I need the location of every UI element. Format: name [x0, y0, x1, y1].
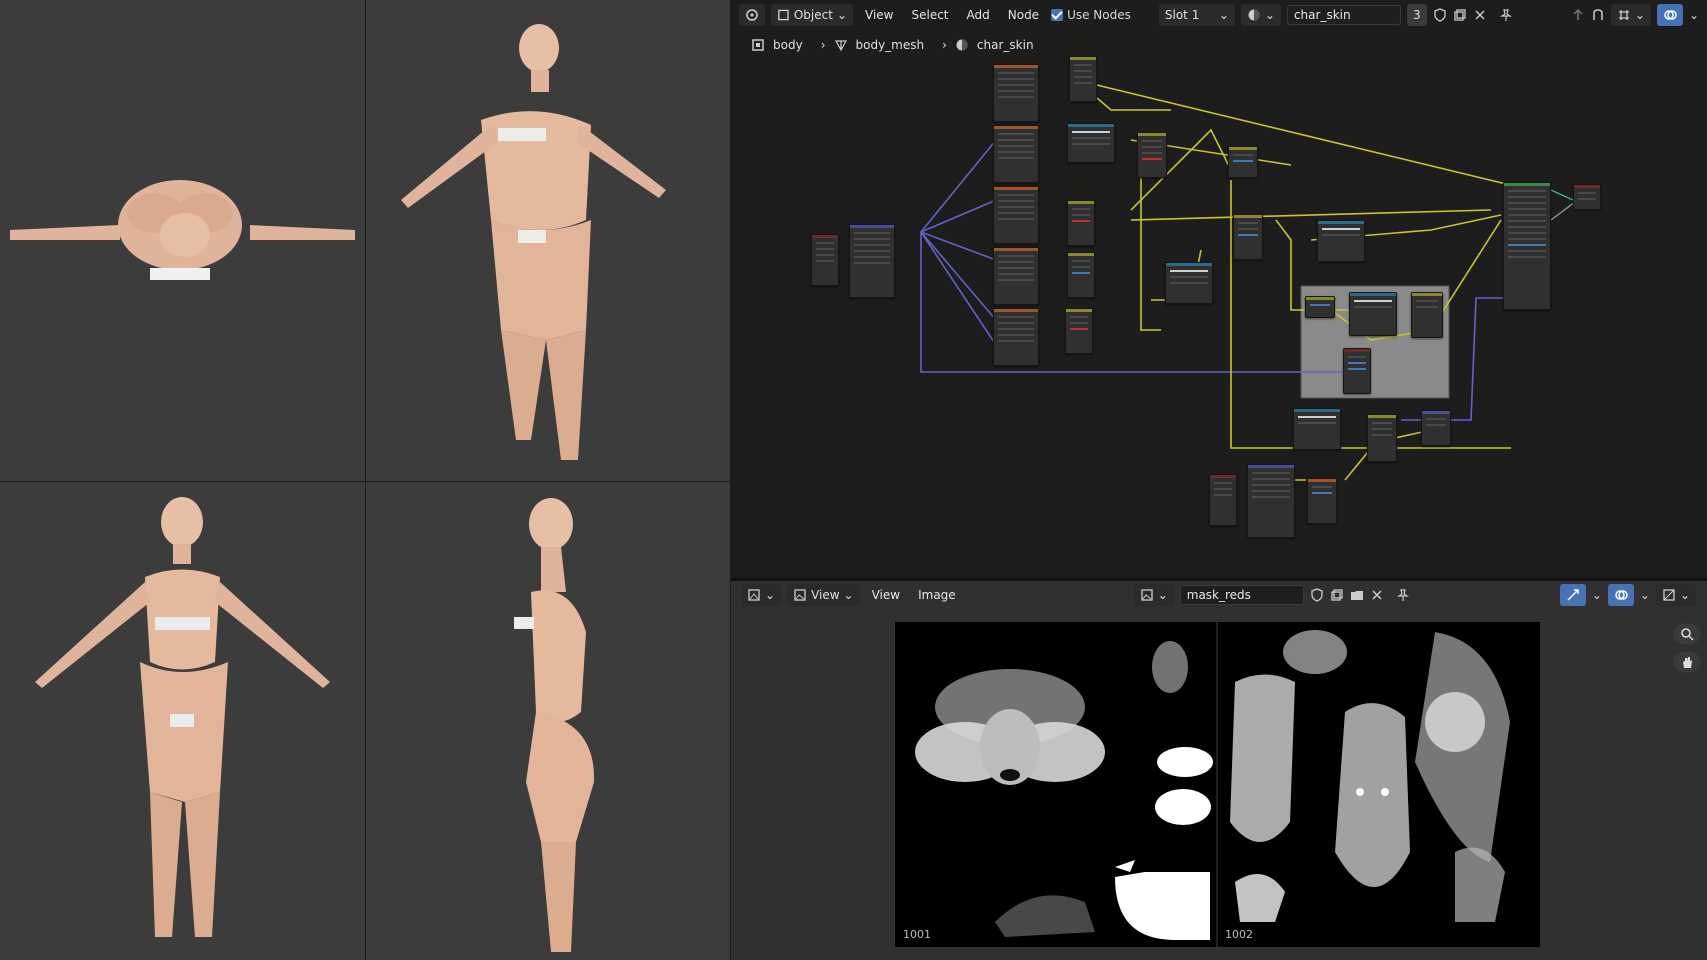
tile-label-1002: 1002: [1225, 928, 1253, 941]
zoom-icon: [1681, 628, 1694, 641]
zoom-button[interactable]: [1673, 623, 1701, 645]
node-mix-8[interactable]: [1367, 414, 1397, 462]
node-noise[interactable]: [1307, 478, 1337, 524]
node-image-texture-3[interactable]: [993, 186, 1039, 244]
display-channels-dropdown[interactable]: ⌄: [1655, 584, 1696, 606]
node-texcoord[interactable]: [811, 234, 839, 286]
node-mapping[interactable]: [849, 224, 895, 298]
viewport-side[interactable]: [366, 482, 730, 960]
node-image-texture-5[interactable]: [993, 308, 1039, 366]
node-mix-5[interactable]: [1065, 308, 1093, 354]
image-editor-icon: [748, 589, 760, 601]
image-canvas[interactable]: 1001 1002: [895, 622, 1540, 947]
menu-view[interactable]: View: [866, 586, 906, 604]
image-browse-button[interactable]: ⌄: [1133, 584, 1174, 606]
node-frame-ramp[interactable]: [1349, 292, 1397, 336]
close-icon[interactable]: [1370, 588, 1384, 602]
node-frame-mix[interactable]: [1305, 296, 1335, 318]
node-mix-1[interactable]: [1069, 56, 1097, 102]
node-texcoord-2[interactable]: [1209, 474, 1237, 526]
image-editor-header: ⌄ View ⌄ View Image ⌄ mask_reds ⌄ ⌄ ⌄: [741, 581, 1696, 609]
node-editor[interactable]: Object ⌄ View Select Add Node Use Nodes …: [731, 0, 1707, 578]
image-icon: [794, 589, 806, 601]
display-channels-icon: [1663, 589, 1675, 601]
hand-icon: [1683, 657, 1692, 668]
uv-sync-button[interactable]: [1559, 584, 1586, 606]
tile-label-1001: 1001: [903, 928, 931, 941]
body-perspective-view: [401, 24, 666, 460]
overlay-dropdown[interactable]: [1607, 584, 1634, 606]
image-icon: [1141, 589, 1153, 601]
duplicate-icon[interactable]: [1330, 588, 1344, 602]
viewport-front[interactable]: [0, 482, 365, 960]
image-editor[interactable]: ⌄ View ⌄ View Image ⌄ mask_reds ⌄ ⌄ ⌄ 10…: [731, 581, 1707, 960]
node-frame-input[interactable]: [1343, 348, 1371, 394]
shield-icon[interactable]: [1310, 588, 1324, 602]
node-colorramp-4[interactable]: [1293, 408, 1341, 450]
editor-type-button[interactable]: ⌄: [741, 584, 782, 606]
body-top-view: [10, 180, 355, 280]
body-side-view: [514, 498, 595, 952]
mask-texture: [915, 622, 1510, 947]
node-material-output[interactable]: [1573, 184, 1601, 210]
node-image-texture-1[interactable]: [993, 64, 1039, 122]
node-mix-2[interactable]: [1137, 132, 1167, 178]
node-mix-7[interactable]: [1233, 214, 1263, 260]
node-image-texture-2[interactable]: [993, 125, 1039, 183]
node-mix-6[interactable]: [1228, 146, 1258, 178]
node-image-texture-4[interactable]: [993, 247, 1039, 305]
viewport-perspective[interactable]: [366, 0, 730, 481]
overlay-icon: [1615, 590, 1628, 600]
node-mapping-2[interactable]: [1247, 464, 1295, 538]
node-mix-3[interactable]: [1067, 200, 1095, 246]
node-principled-bsdf[interactable]: [1503, 182, 1551, 310]
node-colorramp-3[interactable]: [1317, 220, 1365, 262]
node-frame-mix-2[interactable]: [1411, 292, 1443, 338]
node-mix-4[interactable]: [1067, 252, 1095, 298]
uv-sync-icon: [1567, 589, 1579, 601]
view-mode-label: View: [811, 588, 840, 602]
view-mode-dropdown[interactable]: View ⌄: [787, 584, 860, 606]
pan-button[interactable]: [1673, 651, 1701, 673]
menu-image[interactable]: Image: [912, 586, 962, 604]
pin-icon[interactable]: [1396, 588, 1410, 602]
body-front-view: [35, 497, 330, 937]
node-colorramp-1[interactable]: [1067, 123, 1115, 163]
folder-icon[interactable]: [1350, 588, 1364, 602]
node-bump[interactable]: [1421, 410, 1451, 446]
viewport-top[interactable]: [0, 0, 365, 481]
node-colorramp-2[interactable]: [1165, 262, 1213, 304]
image-name-field[interactable]: mask_reds: [1179, 585, 1304, 605]
